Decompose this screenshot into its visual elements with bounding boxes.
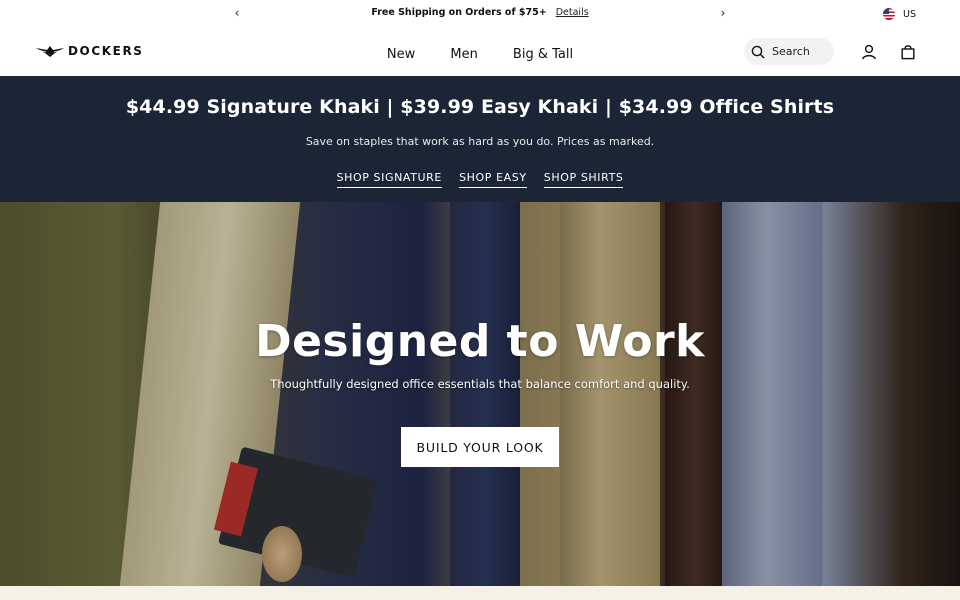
hero-overlay [0, 202, 960, 586]
announcement-message-row: Free Shipping on Orders of $75+ Details [0, 7, 960, 18]
account-icon[interactable] [861, 44, 877, 60]
site-header: DOCKERS New Men Big & Tall [0, 28, 960, 76]
promo-headline: $44.99 Signature Khaki | $39.99 Easy Kha… [125, 96, 835, 118]
search-box[interactable] [744, 38, 834, 65]
shop-easy-link[interactable]: SHOP EASY [459, 171, 527, 188]
promo-links: SHOP SIGNATURE SHOP EASY SHOP SHIRTS [0, 166, 960, 188]
shop-signature-link[interactable]: SHOP SIGNATURE [336, 171, 442, 188]
locale-label: US [903, 8, 916, 20]
promo-subtext: Save on staples that work as hard as you… [305, 135, 655, 148]
bag-icon[interactable] [900, 44, 916, 60]
us-flag-icon [883, 8, 896, 20]
nav-item-men[interactable]: Men [450, 47, 477, 62]
nav-item-big-tall[interactable]: Big & Tall [513, 47, 573, 62]
locale-selector[interactable]: US [883, 8, 916, 20]
chevron-right-icon[interactable]: › [716, 6, 730, 20]
search-input[interactable] [772, 45, 832, 58]
hero-banner: Designed to Work Thoughtfully designed o… [0, 202, 960, 586]
search-icon [751, 45, 765, 59]
shop-shirts-link[interactable]: SHOP SHIRTS [543, 171, 624, 188]
next-section-strip [0, 586, 960, 600]
hero-description: Thoughtfully designed office essentials … [270, 377, 690, 391]
announcement-message: Free Shipping on Orders of $75+ [371, 7, 547, 18]
announcement-bar: ‹ Free Shipping on Orders of $75+ Detail… [0, 0, 960, 28]
hero-title: Designed to Work [255, 316, 705, 367]
promo-banner: $44.99 Signature Khaki | $39.99 Easy Kha… [0, 76, 960, 202]
build-your-look-button[interactable]: BUILD YOUR LOOK [401, 427, 559, 467]
nav-item-new[interactable]: New [387, 47, 415, 62]
details-link[interactable]: Details [556, 7, 589, 18]
